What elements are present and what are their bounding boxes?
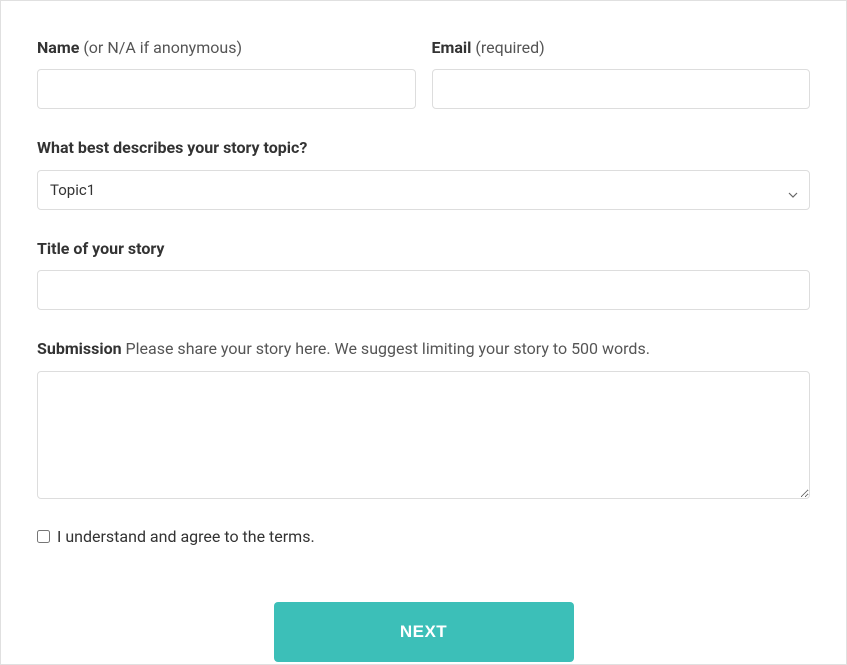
email-input[interactable]: [432, 69, 811, 109]
submission-label: Submission Please share your story here.…: [37, 338, 810, 360]
terms-label: I understand and agree to the terms.: [57, 527, 315, 546]
title-input[interactable]: [37, 270, 810, 310]
name-label-hint: (or N/A if anonymous): [79, 38, 242, 57]
name-label: Name (or N/A if anonymous): [37, 37, 416, 59]
email-label-bold: Email: [432, 38, 472, 57]
terms-checkbox[interactable]: [37, 530, 50, 543]
topic-label-bold: What best describes your story topic?: [37, 138, 307, 157]
email-label-hint: (required): [471, 38, 544, 57]
title-label: Title of your story: [37, 238, 810, 260]
title-label-bold: Title of your story: [37, 239, 164, 258]
next-button[interactable]: NEXT: [274, 602, 574, 662]
submission-label-bold: Submission: [37, 339, 122, 358]
name-label-bold: Name: [37, 38, 79, 57]
submission-textarea[interactable]: [37, 371, 810, 499]
email-label: Email (required): [432, 37, 811, 59]
submission-label-hint: Please share your story here. We suggest…: [122, 339, 650, 358]
topic-label: What best describes your story topic?: [37, 137, 810, 159]
form-container: Name (or N/A if anonymous) Email (requir…: [0, 0, 847, 665]
name-input[interactable]: [37, 69, 416, 109]
topic-select[interactable]: Topic1: [37, 170, 810, 210]
